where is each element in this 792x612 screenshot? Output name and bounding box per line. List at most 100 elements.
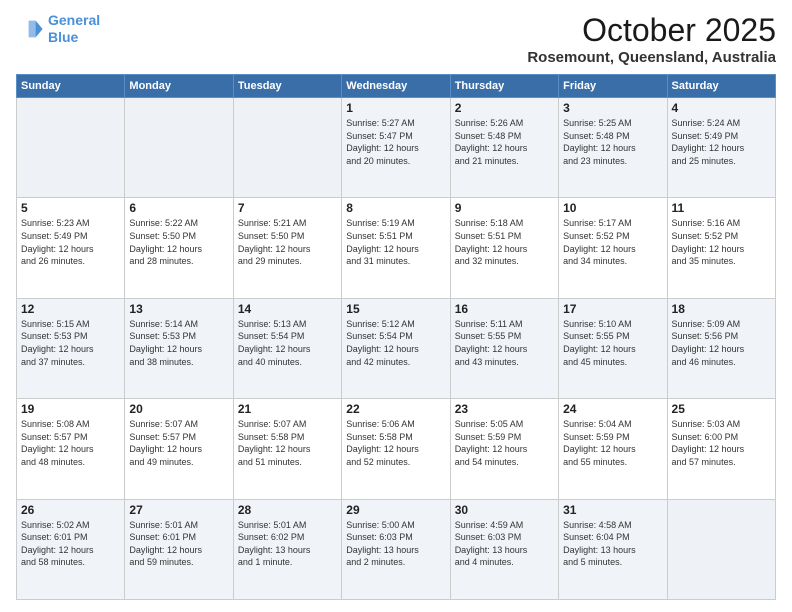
- calendar-cell-3-3: 14Sunrise: 5:13 AM Sunset: 5:54 PM Dayli…: [233, 298, 341, 398]
- location: Rosemount, Queensland, Australia: [527, 49, 776, 66]
- day-number: 12: [21, 302, 120, 316]
- day-info: Sunrise: 5:03 AM Sunset: 6:00 PM Dayligh…: [672, 418, 771, 468]
- calendar-cell-4-7: 25 Sunrise: 5:03 AM Sunset: 6:00 PM Dayli…: [667, 399, 775, 499]
- day-info: Sunrise: 5:27 AM Sunset: 5:47 PM Dayligh…: [346, 117, 445, 167]
- logo-text: General Blue: [48, 12, 100, 46]
- day-number: 17: [563, 302, 662, 316]
- calendar-cell-2-2: 6 Sunrise: 5:22 AM Sunset: 5:50 PM Daylig…: [125, 198, 233, 298]
- calendar-cell-1-1: [17, 98, 125, 198]
- col-monday: Monday: [125, 75, 233, 98]
- calendar-cell-1-6: 3 Sunrise: 5:25 AM Sunset: 5:48 PM Daylig…: [559, 98, 667, 198]
- day-info: Sunrise: 5:15 AM Sunset: 5:53 PM Dayligh…: [21, 318, 120, 368]
- day-number: 5: [21, 201, 120, 215]
- day-info: Sunrise: 5:26 AM Sunset: 5:48 PM Dayligh…: [455, 117, 554, 167]
- page: General Blue October 2025 Rosemount, Que…: [0, 0, 792, 612]
- day-number: 15: [346, 302, 445, 316]
- day-info: Sunrise: 5:01 AM Sunset: 6:02 PM Dayligh…: [238, 519, 337, 569]
- calendar-cell-3-2: 13 Sunrise: 5:14 AM Sunset: 5:53 PM Dayli…: [125, 298, 233, 398]
- day-number: 9: [455, 201, 554, 215]
- day-info: Sunrise: 5:00 AM Sunset: 6:03 PM Dayligh…: [346, 519, 445, 569]
- day-number: 23: [455, 402, 554, 416]
- day-number: 21: [238, 402, 337, 416]
- day-number: 18: [672, 302, 771, 316]
- calendar-cell-1-3: [233, 98, 341, 198]
- day-info: Sunrise: 4:58 AM Sunset: 6:04 PM Dayligh…: [563, 519, 662, 569]
- calendar-cell-4-2: 20Sunrise: 5:07 AM Sunset: 5:57 PM Dayli…: [125, 399, 233, 499]
- day-info: Sunrise: 5:06 AM Sunset: 5:58 PM Dayligh…: [346, 418, 445, 468]
- day-info: Sunrise: 4:59 AM Sunset: 6:03 PM Dayligh…: [455, 519, 554, 569]
- calendar-cell-4-4: 22 Sunrise: 5:06 AM Sunset: 5:58 PM Dayli…: [342, 399, 450, 499]
- day-number: 13: [129, 302, 228, 316]
- day-number: 3: [563, 101, 662, 115]
- calendar-cell-4-5: 23 Sunrise: 5:05 AM Sunset: 5:59 PM Dayli…: [450, 399, 558, 499]
- logo-icon: [16, 15, 44, 43]
- day-info: Sunrise: 5:01 AM Sunset: 6:01 PM Dayligh…: [129, 519, 228, 569]
- day-info: Sunrise: 5:23 AM Sunset: 5:49 PM Dayligh…: [21, 217, 120, 267]
- col-wednesday: Wednesday: [342, 75, 450, 98]
- calendar-cell-5-6: 31 Sunrise: 4:58 AM Sunset: 6:04 PM Dayli…: [559, 499, 667, 599]
- day-info: Sunrise: 5:10 AM Sunset: 5:55 PM Dayligh…: [563, 318, 662, 368]
- calendar-cell-5-3: 28Sunrise: 5:01 AM Sunset: 6:02 PM Dayli…: [233, 499, 341, 599]
- day-number: 27: [129, 503, 228, 517]
- calendar-cell-2-1: 5 Sunrise: 5:23 AM Sunset: 5:49 PM Daylig…: [17, 198, 125, 298]
- day-number: 11: [672, 201, 771, 215]
- day-info: Sunrise: 5:07 AM Sunset: 5:58 PM Dayligh…: [238, 418, 337, 468]
- week-row-2: 5 Sunrise: 5:23 AM Sunset: 5:49 PM Daylig…: [17, 198, 776, 298]
- day-info: Sunrise: 5:14 AM Sunset: 5:53 PM Dayligh…: [129, 318, 228, 368]
- calendar-header-row: Sunday Monday Tuesday Wednesday Thursday…: [17, 75, 776, 98]
- day-number: 14: [238, 302, 337, 316]
- day-number: 6: [129, 201, 228, 215]
- day-info: Sunrise: 5:18 AM Sunset: 5:51 PM Dayligh…: [455, 217, 554, 267]
- calendar-cell-2-3: 7 Sunrise: 5:21 AM Sunset: 5:50 PM Daylig…: [233, 198, 341, 298]
- calendar-cell-3-7: 18 Sunrise: 5:09 AM Sunset: 5:56 PM Dayli…: [667, 298, 775, 398]
- calendar-cell-2-5: 9 Sunrise: 5:18 AM Sunset: 5:51 PM Daylig…: [450, 198, 558, 298]
- day-number: 4: [672, 101, 771, 115]
- calendar-cell-4-3: 21 Sunrise: 5:07 AM Sunset: 5:58 PM Dayli…: [233, 399, 341, 499]
- day-info: Sunrise: 5:09 AM Sunset: 5:56 PM Dayligh…: [672, 318, 771, 368]
- calendar-cell-3-5: 16Sunrise: 5:11 AM Sunset: 5:55 PM Dayli…: [450, 298, 558, 398]
- day-info: Sunrise: 5:24 AM Sunset: 5:49 PM Dayligh…: [672, 117, 771, 167]
- day-info: Sunrise: 5:04 AM Sunset: 5:59 PM Dayligh…: [563, 418, 662, 468]
- day-info: Sunrise: 5:05 AM Sunset: 5:59 PM Dayligh…: [455, 418, 554, 468]
- calendar-cell-5-4: 29 Sunrise: 5:00 AM Sunset: 6:03 PM Dayli…: [342, 499, 450, 599]
- calendar-cell-1-7: 4 Sunrise: 5:24 AM Sunset: 5:49 PM Daylig…: [667, 98, 775, 198]
- col-thursday: Thursday: [450, 75, 558, 98]
- day-number: 10: [563, 201, 662, 215]
- day-number: 31: [563, 503, 662, 517]
- calendar-cell-4-1: 19 Sunrise: 5:08 AM Sunset: 5:57 PM Dayli…: [17, 399, 125, 499]
- calendar-cell-4-6: 24Sunrise: 5:04 AM Sunset: 5:59 PM Dayli…: [559, 399, 667, 499]
- calendar-cell-2-7: 11 Sunrise: 5:16 AM Sunset: 5:52 PM Dayli…: [667, 198, 775, 298]
- day-number: 26: [21, 503, 120, 517]
- col-tuesday: Tuesday: [233, 75, 341, 98]
- calendar-cell-3-4: 15Sunrise: 5:12 AM Sunset: 5:54 PM Dayli…: [342, 298, 450, 398]
- calendar-cell-1-2: [125, 98, 233, 198]
- calendar-cell-5-7: [667, 499, 775, 599]
- calendar-cell-1-5: 2Sunrise: 5:26 AM Sunset: 5:48 PM Daylig…: [450, 98, 558, 198]
- day-info: Sunrise: 5:16 AM Sunset: 5:52 PM Dayligh…: [672, 217, 771, 267]
- day-info: Sunrise: 5:21 AM Sunset: 5:50 PM Dayligh…: [238, 217, 337, 267]
- day-number: 25: [672, 402, 771, 416]
- calendar-cell-5-1: 26Sunrise: 5:02 AM Sunset: 6:01 PM Dayli…: [17, 499, 125, 599]
- day-info: Sunrise: 5:22 AM Sunset: 5:50 PM Dayligh…: [129, 217, 228, 267]
- day-number: 1: [346, 101, 445, 115]
- week-row-5: 26Sunrise: 5:02 AM Sunset: 6:01 PM Dayli…: [17, 499, 776, 599]
- col-sunday: Sunday: [17, 75, 125, 98]
- day-number: 7: [238, 201, 337, 215]
- day-info: Sunrise: 5:17 AM Sunset: 5:52 PM Dayligh…: [563, 217, 662, 267]
- calendar-cell-3-1: 12 Sunrise: 5:15 AM Sunset: 5:53 PM Dayli…: [17, 298, 125, 398]
- calendar-cell-3-6: 17 Sunrise: 5:10 AM Sunset: 5:55 PM Dayli…: [559, 298, 667, 398]
- day-info: Sunrise: 5:25 AM Sunset: 5:48 PM Dayligh…: [563, 117, 662, 167]
- day-info: Sunrise: 5:08 AM Sunset: 5:57 PM Dayligh…: [21, 418, 120, 468]
- calendar-cell-5-2: 27 Sunrise: 5:01 AM Sunset: 6:01 PM Dayli…: [125, 499, 233, 599]
- day-number: 19: [21, 402, 120, 416]
- calendar: Sunday Monday Tuesday Wednesday Thursday…: [16, 74, 776, 600]
- calendar-cell-2-6: 10 Sunrise: 5:17 AM Sunset: 5:52 PM Dayli…: [559, 198, 667, 298]
- day-info: Sunrise: 5:07 AM Sunset: 5:57 PM Dayligh…: [129, 418, 228, 468]
- day-number: 29: [346, 503, 445, 517]
- calendar-cell-5-5: 30Sunrise: 4:59 AM Sunset: 6:03 PM Dayli…: [450, 499, 558, 599]
- day-number: 8: [346, 201, 445, 215]
- day-number: 16: [455, 302, 554, 316]
- week-row-1: 1 Sunrise: 5:27 AM Sunset: 5:47 PM Daylig…: [17, 98, 776, 198]
- day-number: 22: [346, 402, 445, 416]
- calendar-cell-2-4: 8Sunrise: 5:19 AM Sunset: 5:51 PM Daylig…: [342, 198, 450, 298]
